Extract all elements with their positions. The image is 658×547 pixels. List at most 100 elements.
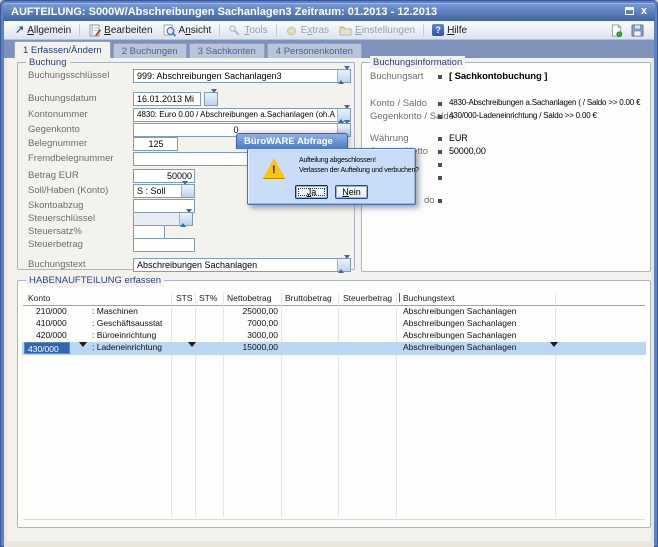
buchungsdatum-value: 16.01.2013 Mi	[137, 94, 198, 104]
konto-saldo-value: 4830-Abschreibungen a.Sachanlagen ( / Sa…	[449, 98, 640, 107]
steuersatz-input[interactable]	[133, 225, 165, 239]
table-row-selected[interactable]: 430/000 : Ladeneinrichtung 15000,00 Absc…	[22, 342, 646, 355]
bullet-icon	[438, 137, 442, 141]
betrag-label: Betrag EUR	[28, 170, 79, 181]
menu-separator	[79, 24, 80, 37]
belegnummer-input[interactable]: 125	[133, 137, 178, 151]
col-buchungstext[interactable]: Buchungstext	[403, 293, 455, 303]
steuerbetrag-input[interactable]	[133, 238, 195, 252]
info-row: Gegenkonto / Saldo 430/000-Ladeneinricht…	[362, 111, 650, 124]
buchungstext-combo[interactable]: Abschreibungen Sachanlagen	[133, 258, 351, 272]
yes-button[interactable]: Ja	[295, 185, 328, 199]
table-row[interactable]: 210/000 : Maschinen 25000,00 Abschreibun…	[22, 306, 646, 318]
table-row[interactable]: 420/000 : Büroeinrichtung 3000,00 Abschr…	[22, 330, 646, 342]
col-nettobetrag[interactable]: Nettobetrag	[227, 293, 271, 303]
menu-item-einstellungen: Einstellungen	[334, 23, 420, 38]
magnifier-icon	[163, 24, 176, 37]
menu-item-extras: Extras	[280, 23, 334, 38]
bullet-icon	[438, 176, 442, 180]
kontonummer-label: Kontonummer	[28, 109, 88, 120]
waehrung-label: Währung	[370, 133, 409, 144]
skontoabzug-label: Skontoabzug	[28, 200, 83, 211]
warning-triangle-icon: !	[263, 158, 285, 178]
dropdown-arrow-icon[interactable]	[181, 185, 194, 197]
dialog-message: Aufteilung abgeschlossen! Verlassen der …	[299, 156, 419, 176]
dialog-message-line2: Verlassen der Aufteilung und verbuchen?	[299, 166, 419, 176]
group-habenaufteilung: HABENAUFTEILUNG erfassen Konto STS ST% N…	[17, 280, 651, 528]
gegenkonto-saldo-value: 430/000-Ladeneinrichtung / Saldo >> 0.00…	[449, 111, 597, 120]
tab-bar: 1 Erfassen/Ändern 2 Buchungen 3 Sachkont…	[4, 40, 654, 58]
bullet-icon	[438, 150, 442, 154]
field-row: Buchungstext Abschreibungen Sachanlagen	[18, 258, 354, 273]
col-stprozent[interactable]: ST%	[199, 293, 217, 303]
menu-item-ansicht[interactable]: Ansicht	[158, 23, 217, 38]
menu-separator	[219, 24, 220, 37]
col-konto[interactable]: Konto	[28, 293, 50, 303]
settings-icon	[339, 24, 352, 37]
dialog: ! Aufteilung abgeschlossen! Verlassen de…	[247, 148, 416, 205]
konto-edit-cell[interactable]: 430/000	[24, 342, 70, 354]
buchungsdatum-label: Buchungsdatum	[28, 93, 97, 104]
menu-item-tools: Tools	[223, 23, 272, 38]
belegnummer-label: Belegnummer	[28, 138, 87, 149]
buchungsschluessel-combo[interactable]: 999: Abschreibungen Sachanlagen3	[133, 69, 351, 83]
spinner-button-icon[interactable]	[337, 259, 350, 271]
arrow-ne-icon: ↗	[15, 25, 24, 35]
steuersatz-label: Steuersatz%	[28, 226, 82, 237]
edit-notebook-icon	[88, 24, 101, 37]
buchungstext-value: Abschreibungen Sachanlagen	[137, 260, 335, 270]
window-title: AUFTEILUNG: S000W/Abschreibungen Sachanl…	[3, 6, 437, 18]
kontonummer-value: 4830: Euro 0.00 / Abschreibungen a.Sacha…	[137, 110, 335, 119]
group-buchung-title: Buchung	[26, 56, 70, 69]
save-icon[interactable]	[631, 24, 644, 37]
table-row[interactable]: 410/000 : Geschäftsausstat 7000,00 Absch…	[22, 318, 646, 330]
col-bruttobetrag[interactable]: Bruttobetrag	[285, 293, 332, 303]
dropdown-arrow-icon[interactable]	[550, 342, 558, 347]
sollhaben-dropdown[interactable]: S : Soll	[133, 184, 195, 198]
menu-separator	[276, 24, 277, 37]
info-row: Währung EUR	[362, 133, 650, 146]
bullet-icon	[438, 75, 442, 79]
table-bottom-line	[23, 519, 645, 520]
partially-hidden-label: do	[424, 195, 435, 206]
tab-personenkonten[interactable]: 4 Personenkonten	[267, 43, 362, 58]
betrag-value: 50000	[137, 171, 192, 181]
steuerbetrag-label: Steuerbetrag	[28, 239, 83, 250]
tab-sachkonten[interactable]: 3 Sachkonten	[189, 43, 265, 58]
field-row: Steuerbetrag	[18, 238, 354, 253]
close-icon[interactable]: x	[641, 6, 647, 16]
column-marker-icon	[399, 293, 400, 302]
dropdown-arrow-icon[interactable]	[79, 342, 87, 347]
buchungsschluessel-label: Buchungsschlüssel	[28, 70, 109, 81]
document-ok-icon[interactable]	[610, 24, 623, 37]
col-steuerbetrag[interactable]: Steuerbetrag	[343, 293, 392, 303]
buchungsdatum-input[interactable]: 16.01.2013 Mi	[133, 92, 201, 106]
application-window: AUFTEILUNG: S000W/Abschreibungen Sachanl…	[0, 0, 658, 547]
bullet-icon	[438, 199, 442, 203]
menu-separator	[423, 24, 424, 37]
buchungsart-label: Buchungsart	[370, 71, 423, 82]
menu-item-hilfe[interactable]: ? Hilfe	[427, 23, 472, 37]
tab-buchungen[interactable]: 2 Buchungen	[113, 43, 187, 58]
waehrung-value: EUR	[449, 133, 468, 143]
menu-item-bearbeiten[interactable]: Bearbeiten	[83, 23, 157, 38]
belegnummer-value: 125	[137, 139, 175, 149]
menu-item-allgemein[interactable]: ↗ Allgemein	[10, 24, 76, 37]
info-row: Buchungsart [ Sachkontobuchung ]	[362, 71, 650, 84]
dialog-title-bar[interactable]: BüroWARE Abfrage	[236, 133, 348, 149]
field-row: Buchungsschlüssel 999: Abschreibungen Sa…	[18, 69, 354, 84]
dialog-message-line1: Aufteilung abgeschlossen!	[299, 156, 419, 166]
restore-window-icon[interactable]	[625, 7, 634, 15]
group-habenaufteilung-title: HABENAUFTEILUNG erfassen	[26, 274, 164, 287]
info-row: Konto / Saldo 4830-Abschreibungen a.Sach…	[362, 98, 650, 111]
sollhaben-label: Soll/Haben (Konto)	[28, 185, 108, 196]
spinner-button-icon[interactable]	[337, 70, 350, 82]
bullet-icon	[438, 115, 442, 119]
sollhaben-value: S : Soll	[137, 186, 179, 196]
date-spinner-icon[interactable]	[204, 92, 218, 106]
extras-icon	[285, 24, 298, 37]
no-button[interactable]: Nein	[335, 185, 368, 199]
col-sts[interactable]: STS	[176, 293, 193, 303]
steuerschluessel-label: Steuerschlüssel	[28, 213, 95, 224]
kontonummer-combo[interactable]: 4830: Euro 0.00 / Abschreibungen a.Sacha…	[133, 108, 351, 122]
